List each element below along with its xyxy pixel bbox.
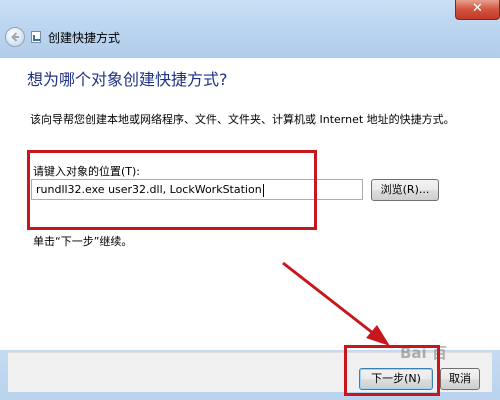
shortcut-wizard-icon: [31, 31, 41, 43]
continue-hint: 单击“下一步”继续。: [33, 235, 133, 248]
annotation-next-highlight: [344, 345, 440, 396]
close-button[interactable]: ✕: [455, 0, 500, 20]
annotation-input-highlight: [27, 150, 317, 230]
back-button[interactable]: [5, 27, 25, 47]
back-arrow-icon: [11, 32, 19, 42]
browse-button[interactable]: 浏览(R)...: [371, 179, 439, 201]
window-title: 创建快捷方式: [48, 31, 121, 45]
wizard-description: 该向导帮您创建本地或网络程序、文件、文件夹、计算机或 Internet 地址的快…: [30, 113, 455, 126]
cancel-button[interactable]: 取消: [440, 368, 480, 390]
page-heading: 想为哪个对象创建快捷方式?: [27, 70, 228, 89]
